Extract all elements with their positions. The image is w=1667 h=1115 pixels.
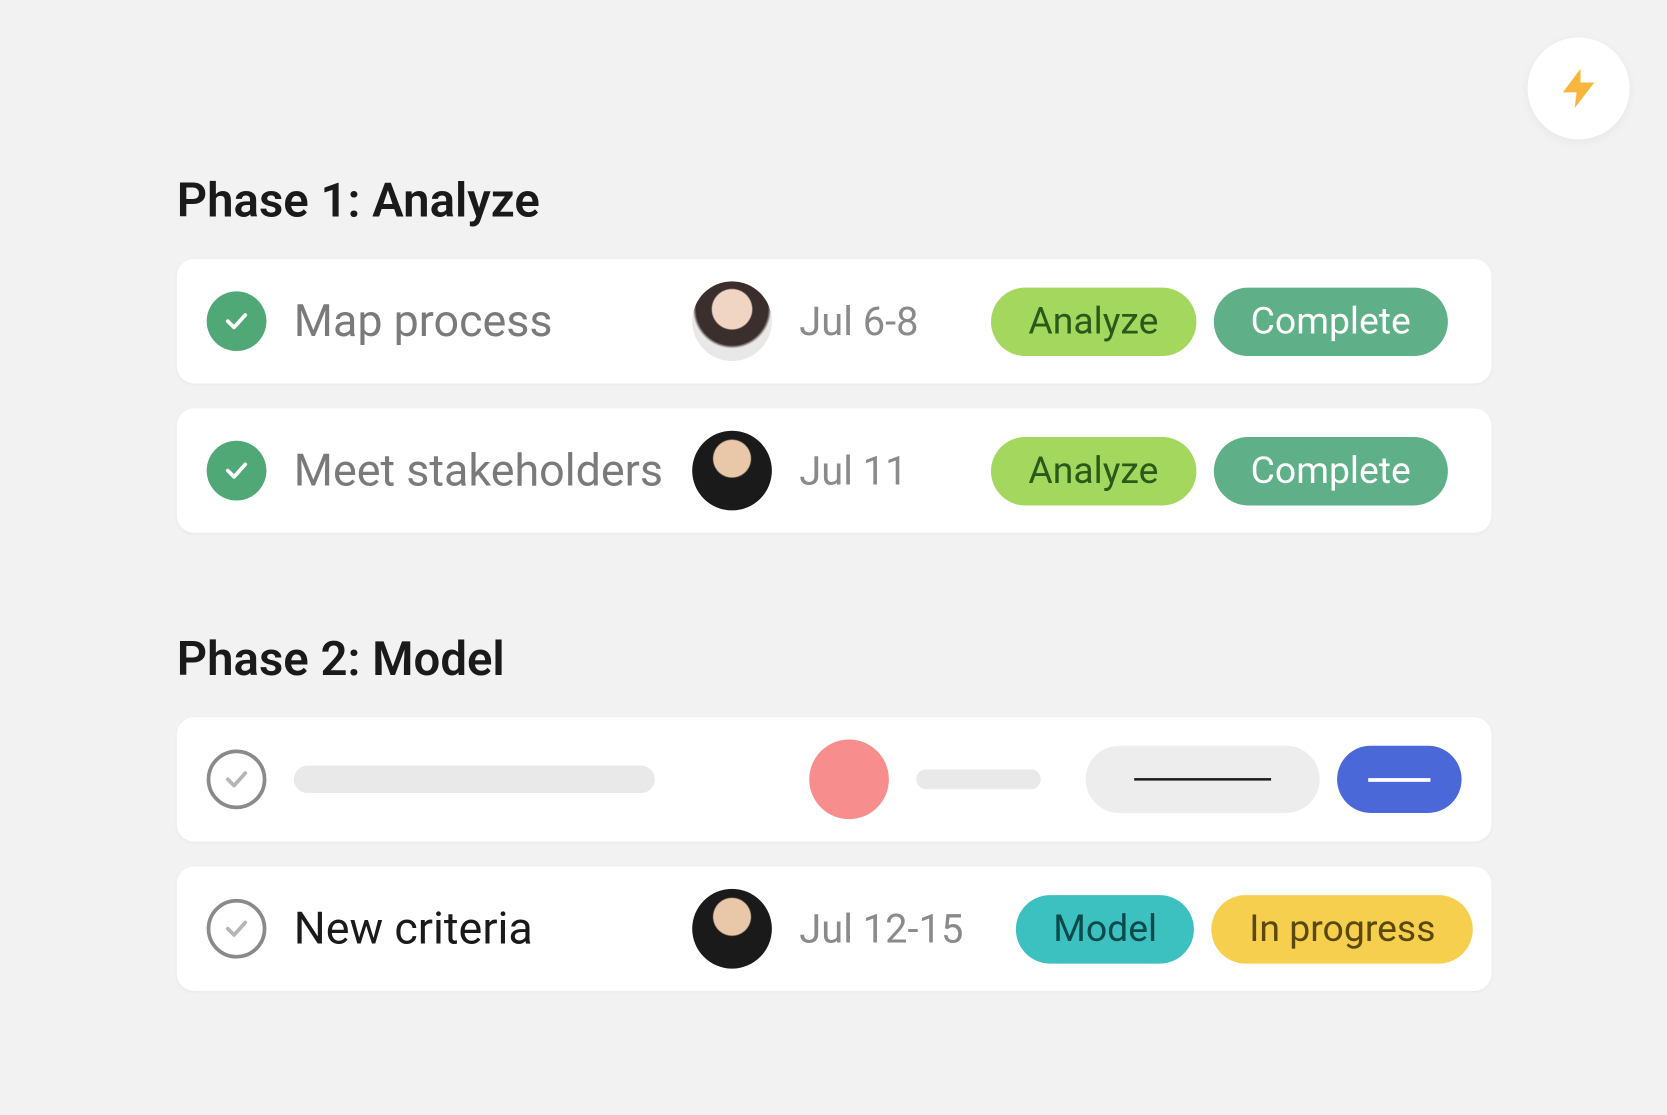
check-icon [222, 456, 252, 486]
task-row[interactable]: Map process Jul 6-8 Analyze Complete [177, 259, 1492, 383]
task-row-placeholder[interactable] [177, 717, 1492, 841]
complete-toggle[interactable] [207, 899, 267, 959]
bolt-icon [1555, 65, 1602, 112]
check-icon [222, 914, 252, 944]
complete-toggle[interactable] [207, 749, 267, 809]
assignee-avatar[interactable] [692, 431, 772, 511]
task-date[interactable]: Jul 11 [799, 447, 973, 494]
task-date[interactable]: Jul 6-8 [799, 298, 973, 345]
phase-tag-placeholder[interactable] [1086, 746, 1320, 813]
assignee-avatar-placeholder[interactable] [809, 740, 889, 820]
task-name[interactable]: Meet stakeholders [294, 444, 692, 496]
task-row[interactable]: Meet stakeholders Jul 11 Analyze Complet… [177, 408, 1492, 532]
complete-toggle[interactable] [207, 441, 267, 501]
content-area: Phase 1: Analyze Map process Jul 6-8 Ana… [177, 174, 1492, 1016]
task-name[interactable]: Map process [294, 295, 692, 347]
assignee-avatar[interactable] [692, 281, 772, 361]
status-tag[interactable]: Complete [1213, 287, 1448, 355]
phase-title: Phase 1: Analyze [177, 174, 1492, 229]
automation-bolt-button[interactable] [1528, 37, 1630, 139]
task-board-canvas: Phase 1: Analyze Map process Jul 6-8 Ana… [0, 0, 1667, 1112]
status-tag[interactable]: In progress [1212, 895, 1473, 963]
complete-toggle[interactable] [207, 291, 267, 351]
check-icon [222, 764, 252, 794]
status-tag[interactable]: Complete [1213, 436, 1448, 504]
phase-title: Phase 2: Model [177, 632, 1492, 687]
assignee-avatar[interactable] [692, 889, 772, 969]
task-row[interactable]: New criteria Jul 12-15 Model In progress [177, 866, 1492, 990]
status-tag-placeholder[interactable] [1337, 746, 1461, 813]
task-name[interactable]: New criteria [294, 903, 692, 955]
task-date[interactable]: Jul 12-15 [799, 905, 998, 952]
phase-tag[interactable]: Analyze [991, 287, 1196, 355]
task-name-placeholder [294, 766, 655, 793]
check-icon [222, 306, 252, 336]
phase-tag[interactable]: Analyze [991, 436, 1196, 504]
phase-tag[interactable]: Model [1016, 895, 1195, 963]
task-date-placeholder [916, 769, 1040, 789]
